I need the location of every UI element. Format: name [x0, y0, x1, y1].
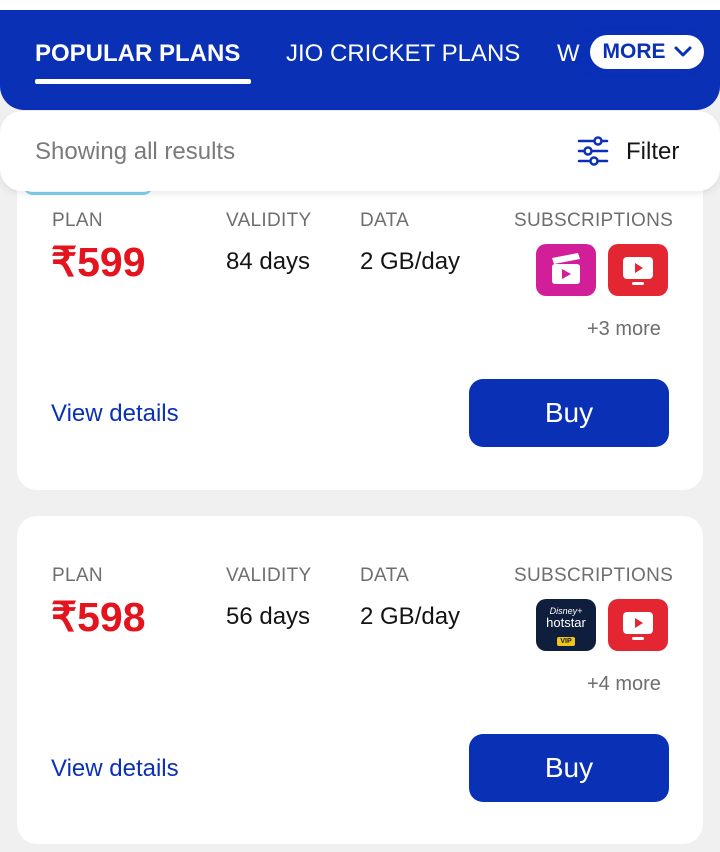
- tab-popular-plans[interactable]: POPULAR PLANS: [35, 40, 240, 68]
- disney-hotstar-icon: Disney+ hotstar VIP: [536, 599, 596, 651]
- view-details-link[interactable]: View details: [51, 755, 179, 783]
- plan-data: 2 GB/day: [360, 603, 461, 630]
- subscriptions-header: SUBSCRIPTIONS: [514, 210, 674, 231]
- filter-bar: Showing all results Filter: [0, 111, 720, 191]
- status-strip: [0, 0, 720, 10]
- plan-validity: 84 days: [226, 248, 311, 275]
- chevron-down-icon: [674, 46, 691, 57]
- tab-jio-cricket-plans[interactable]: JIO CRICKET PLANS: [286, 40, 520, 68]
- more-label: MORE: [602, 40, 666, 63]
- tv-app-icon: [608, 244, 668, 296]
- cinema-app-icon: [536, 244, 596, 296]
- plan-card: PLAN VALIDITY DATA SUBSCRIPTIONS ₹598 56…: [17, 516, 703, 844]
- plan-header: PLAN: [52, 565, 103, 586]
- plan-validity: 56 days: [226, 603, 311, 630]
- plan-card: PLAN VALIDITY DATA SUBSCRIPTIONS ₹599 84…: [17, 170, 703, 490]
- plan-price: ₹598: [51, 594, 146, 640]
- more-subscriptions[interactable]: +3 more: [587, 318, 661, 341]
- buy-button[interactable]: Buy: [469, 734, 669, 802]
- tab-partial[interactable]: W: [557, 40, 580, 68]
- tv-app-icon: [608, 599, 668, 651]
- plan-tabs-header: POPULAR PLANS JIO CRICKET PLANS W MORE: [0, 10, 720, 110]
- subscriptions-header: SUBSCRIPTIONS: [514, 565, 674, 586]
- filter-button-label[interactable]: Filter: [626, 138, 679, 166]
- buy-button[interactable]: Buy: [469, 379, 669, 447]
- plan-header: PLAN: [52, 210, 103, 231]
- validity-header: VALIDITY: [226, 210, 312, 231]
- validity-header: VALIDITY: [226, 565, 312, 586]
- view-details-link[interactable]: View details: [51, 400, 179, 428]
- plan-data: 2 GB/day: [360, 248, 461, 275]
- data-header: DATA: [360, 210, 410, 231]
- active-tab-indicator: [35, 79, 251, 84]
- data-header: DATA: [360, 565, 410, 586]
- filter-sliders-icon[interactable]: [577, 135, 609, 167]
- more-tabs-button[interactable]: MORE: [590, 35, 704, 69]
- buy-label: Buy: [544, 752, 594, 783]
- more-subscriptions[interactable]: +4 more: [587, 673, 661, 696]
- plan-price: ₹599: [51, 239, 146, 285]
- results-summary: Showing all results: [35, 138, 236, 165]
- buy-label: Buy: [544, 397, 594, 428]
